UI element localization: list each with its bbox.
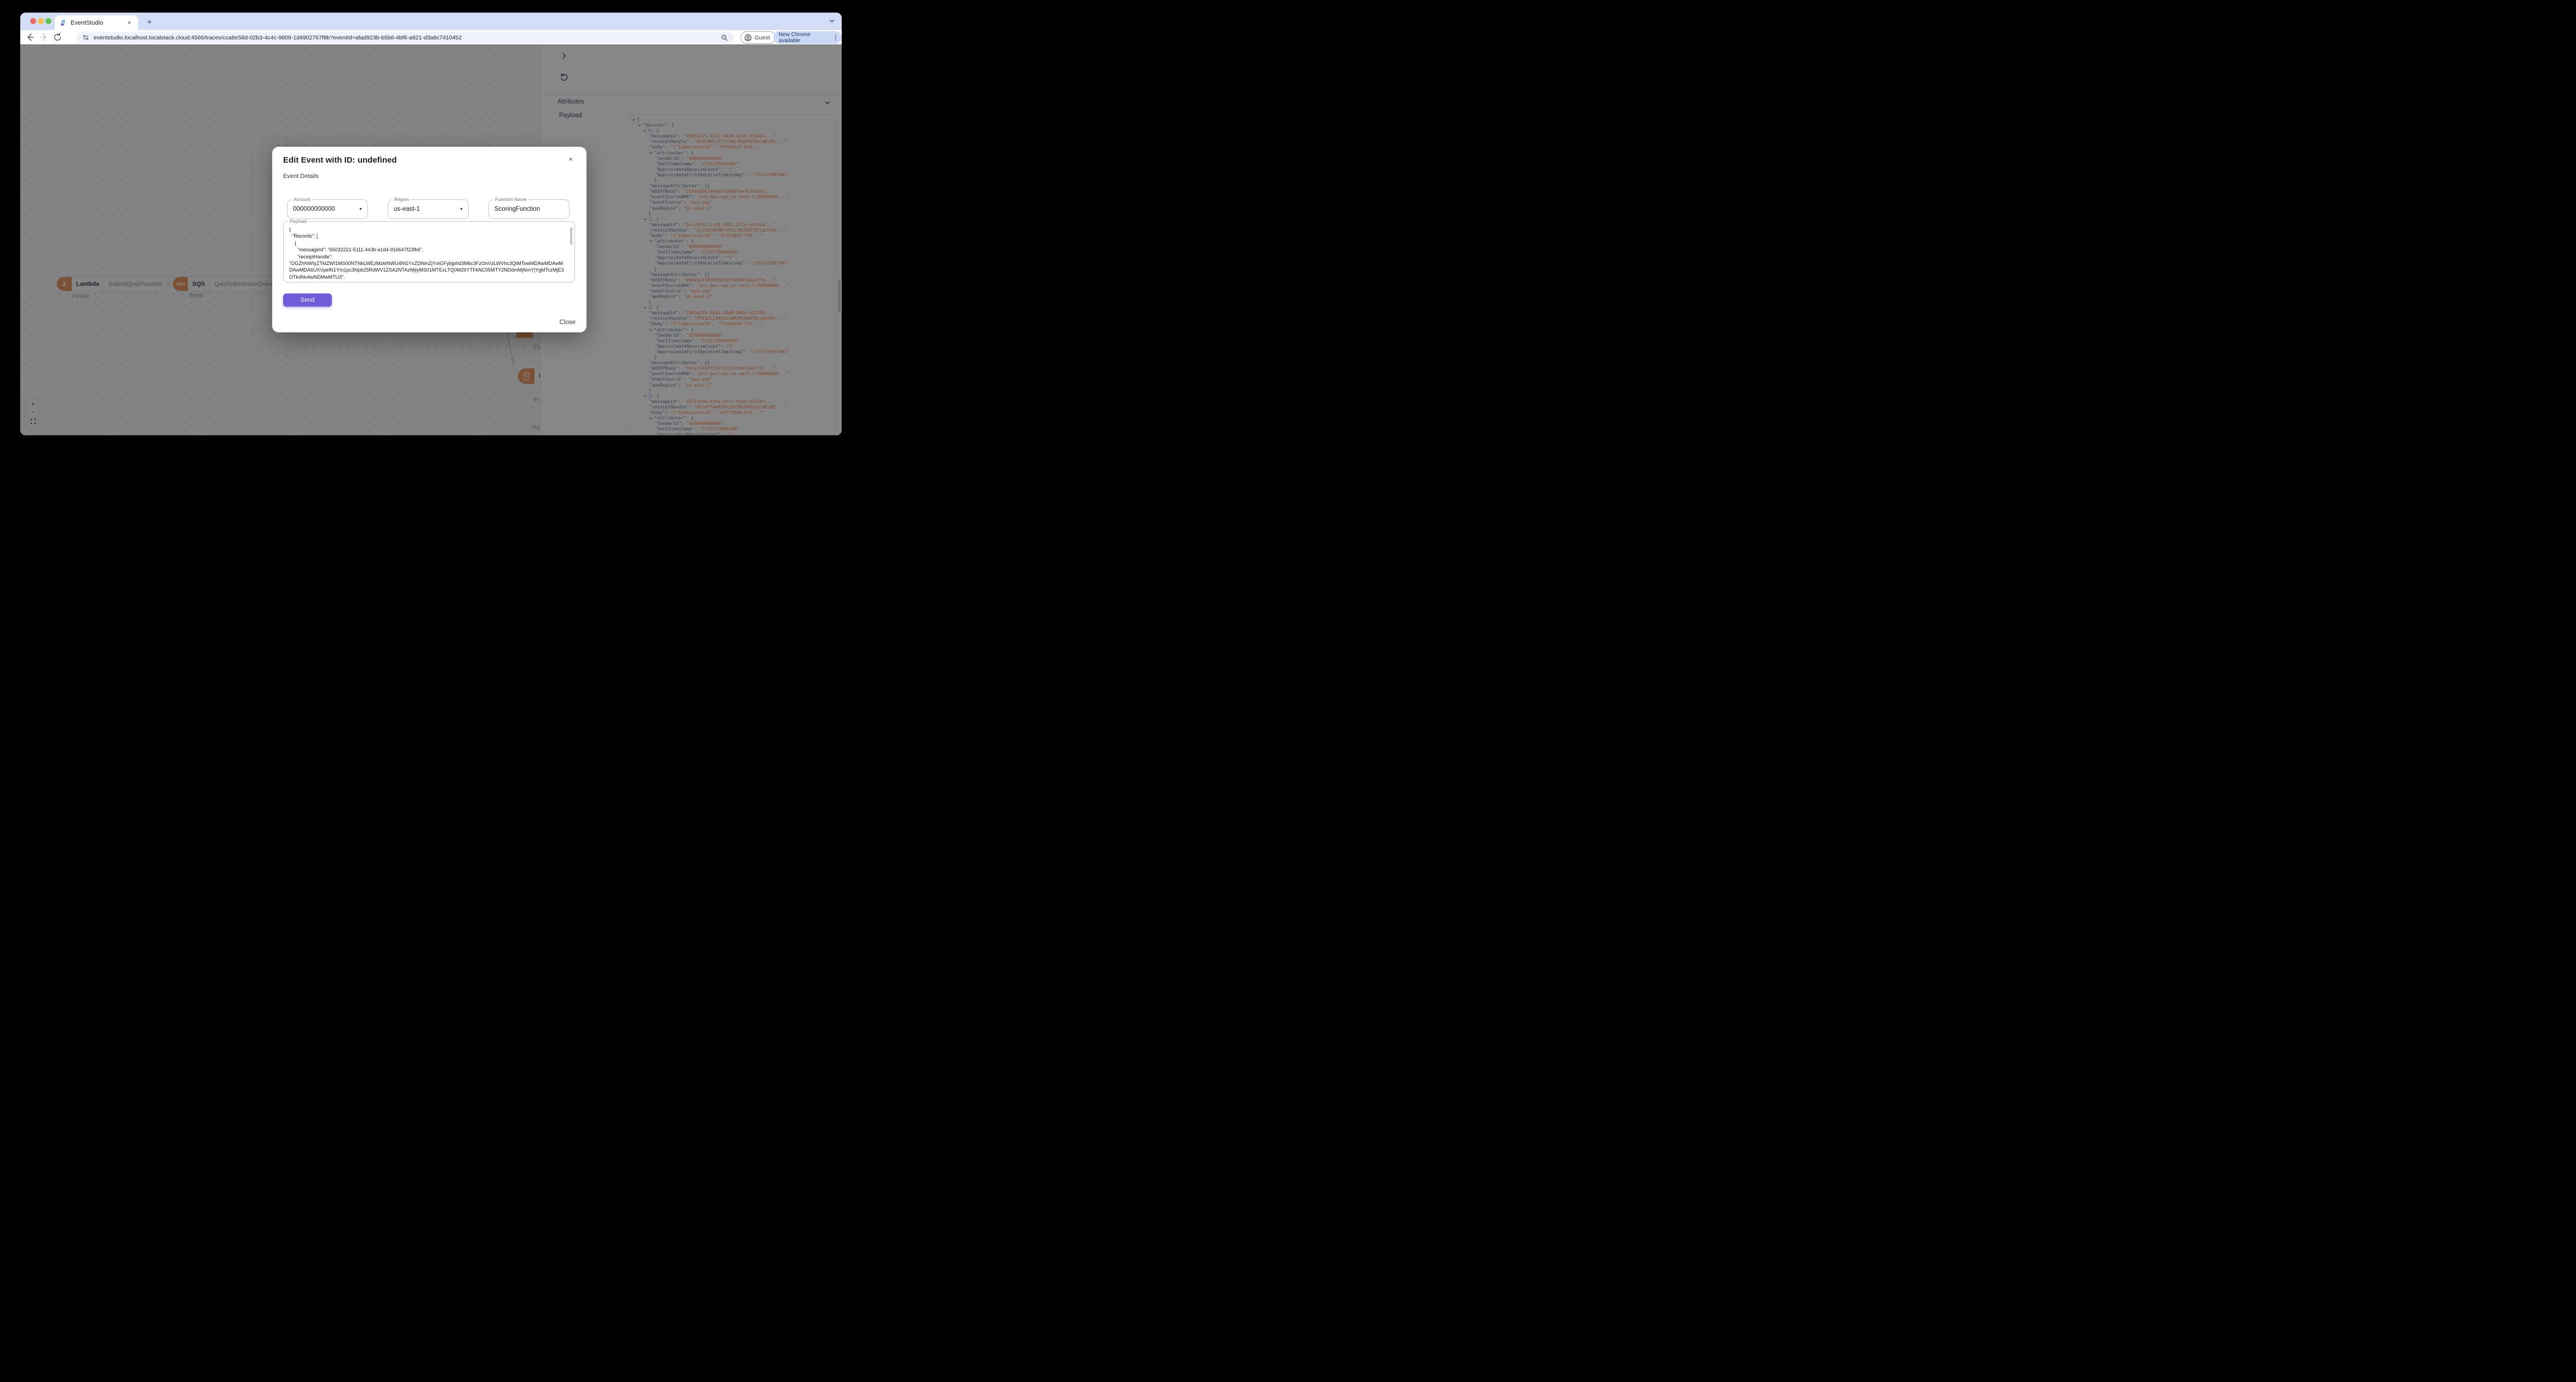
reload-icon[interactable] xyxy=(52,32,63,43)
modal-close-icon[interactable]: × xyxy=(566,154,576,164)
account-value: 000000000000 xyxy=(293,206,335,212)
chrome-update-chip[interactable]: New Chrome available xyxy=(773,31,842,44)
function-name-value: ScoringFunction xyxy=(495,206,540,212)
tab-eventstudio[interactable]: EventStudio × xyxy=(55,15,138,30)
send-button[interactable]: Send xyxy=(283,293,332,307)
menu-dots-icon[interactable] xyxy=(832,34,838,42)
url-bar[interactable]: eventstudio.localhost.localstack.cloud:4… xyxy=(77,32,734,43)
function-name-field[interactable]: Function Name ScoringFunction xyxy=(488,197,570,219)
minimize-window-button[interactable] xyxy=(38,18,44,24)
payload-textarea[interactable]: { "Records": [ { "messageId": "65032221-… xyxy=(289,226,566,279)
maximize-window-button[interactable] xyxy=(45,18,51,24)
edit-event-modal: Edit Event with ID: undefined × Event De… xyxy=(272,147,586,332)
payload-field: Payload { "Records": [ { "messageId": "6… xyxy=(283,219,575,283)
site-settings-icon[interactable] xyxy=(82,34,89,41)
close-window-button[interactable] xyxy=(30,18,36,24)
account-select[interactable]: Account 000000000000 ▼ xyxy=(287,197,368,219)
close-button[interactable]: Close xyxy=(560,319,576,326)
tab-search-chevron-icon[interactable] xyxy=(829,18,835,24)
browser-window: EventStudio × + eventstudio.localhost.lo… xyxy=(20,13,842,435)
modal-subtitle: Event Details xyxy=(283,173,319,180)
tab-close-icon[interactable]: × xyxy=(125,19,134,27)
region-value: us-east-1 xyxy=(394,206,420,212)
zoom-icon[interactable] xyxy=(721,34,728,42)
forward-icon[interactable] xyxy=(38,32,49,43)
new-tab-button[interactable]: + xyxy=(143,16,156,28)
profile-label: Guest xyxy=(755,34,771,41)
eventstudio-favicon xyxy=(61,19,65,26)
tab-title: EventStudio xyxy=(71,19,104,26)
modal-title: Edit Event with ID: undefined xyxy=(283,156,397,165)
payload-scrollbar[interactable] xyxy=(570,227,572,245)
select-caret-icon: ▼ xyxy=(359,208,363,211)
chrome-update-text: New Chrome available xyxy=(779,31,811,44)
url-text: eventstudio.localhost.localstack.cloud:4… xyxy=(94,34,462,41)
browser-toolbar: eventstudio.localhost.localstack.cloud:4… xyxy=(20,30,842,44)
payload-label: Payload xyxy=(288,219,308,224)
person-icon xyxy=(744,34,752,41)
select-caret-icon: ▼ xyxy=(459,208,463,211)
profile-button[interactable]: Guest xyxy=(740,31,777,44)
region-select[interactable]: Region us-east-1 ▼ xyxy=(388,197,469,219)
back-icon[interactable] xyxy=(25,32,36,43)
tab-strip: EventStudio × + xyxy=(20,13,842,30)
